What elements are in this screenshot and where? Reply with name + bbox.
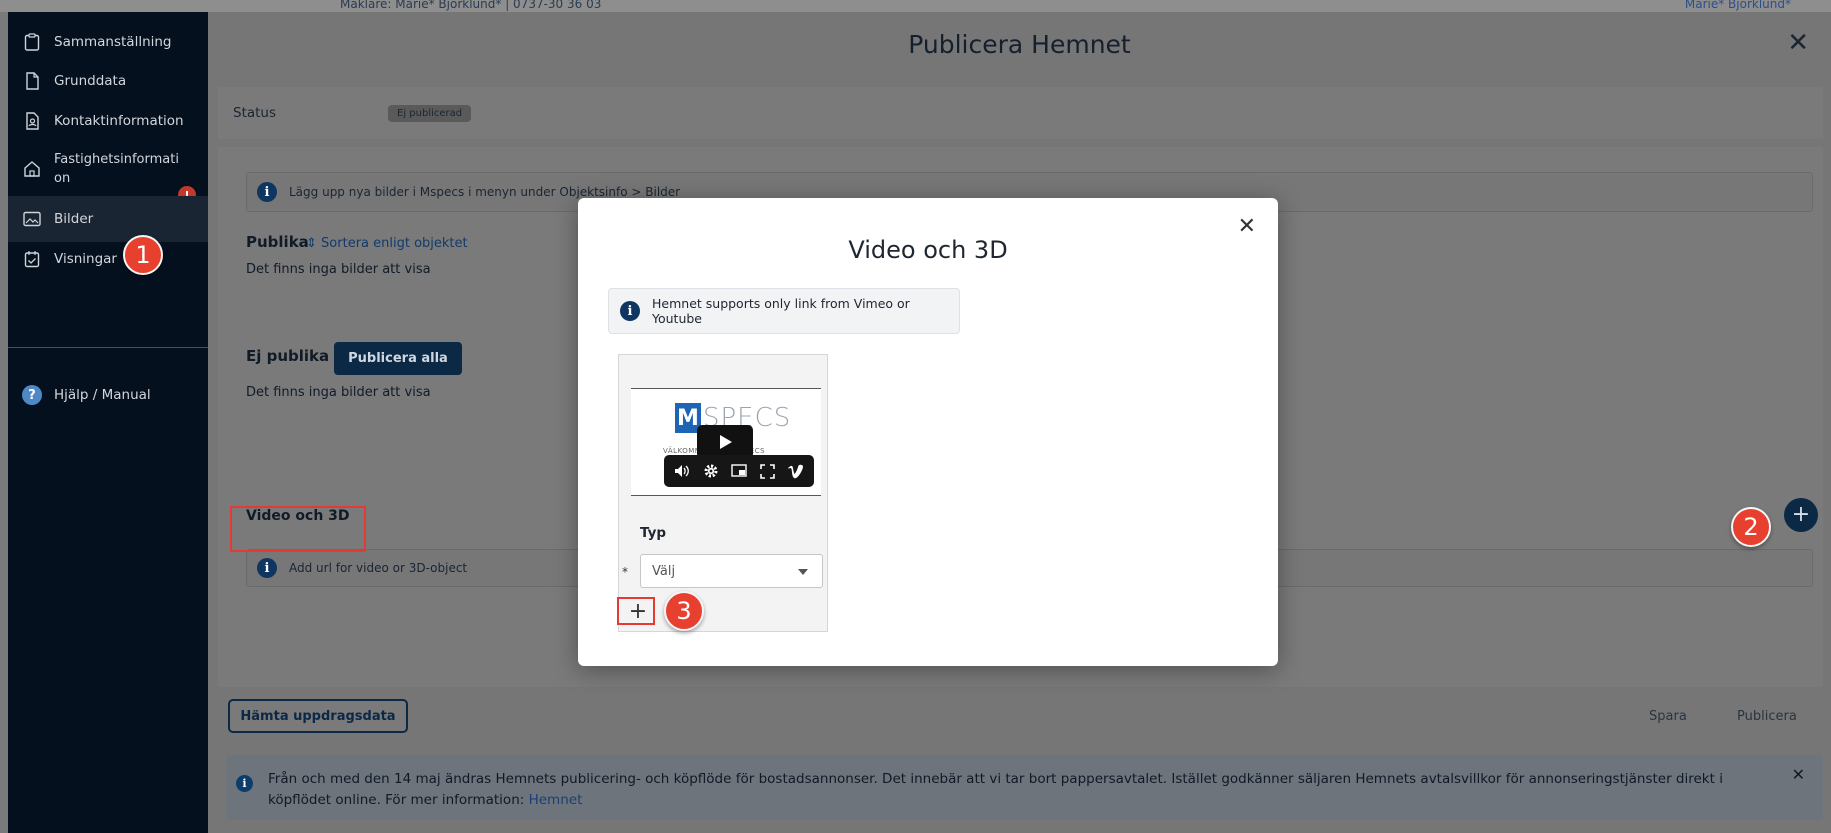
status-row: Status Ej publicerad xyxy=(218,87,1823,139)
close-icon[interactable]: ✕ xyxy=(1787,30,1809,56)
notice-text: Från och med den 14 maj ändras Hemnets p… xyxy=(268,771,1723,808)
help-icon: ? xyxy=(22,385,42,405)
calendar-check-icon xyxy=(22,249,42,269)
video-controls xyxy=(664,455,814,487)
video-card: M SPECS VÄLKOMMEN TILL MSPECS xyxy=(617,354,828,632)
info-icon: i xyxy=(236,775,253,792)
sort-link[interactable]: ⇕ Sortera enligt objektet xyxy=(306,236,468,251)
info-icon: i xyxy=(257,558,277,578)
publish-all-button[interactable]: Publicera alla xyxy=(334,342,462,375)
add-video-button[interactable]: + xyxy=(1784,498,1818,532)
background-app-header: Mäklare: Marie* Björklund* | 0737-30 36 … xyxy=(0,0,1831,12)
status-label: Status xyxy=(233,105,277,121)
highlight-add-row xyxy=(617,597,655,625)
nonpublic-section-title: Ej publika xyxy=(246,347,330,365)
house-icon xyxy=(22,159,42,179)
video-player[interactable]: M SPECS VÄLKOMMEN TILL MSPECS xyxy=(631,388,821,496)
clipboard-icon xyxy=(22,32,42,52)
save-button[interactable]: Spara xyxy=(1649,709,1687,724)
fetch-assignment-button[interactable]: Hämta uppdragsdata xyxy=(228,699,408,733)
sidebar-item-help[interactable]: ? Hjälp / Manual xyxy=(8,372,208,418)
highlight-video-section xyxy=(230,506,366,552)
sidebar-item-label: Visningar xyxy=(54,251,117,267)
sidebar-item-label: Fastighetsinformati on xyxy=(54,152,179,186)
sidebar-item-label: Sammanställning xyxy=(54,34,172,50)
chevron-down-icon xyxy=(798,569,808,575)
dialog-title: Video och 3D xyxy=(848,236,1008,264)
video-info-text: Add url for video or 3D-object xyxy=(289,561,468,575)
info-icon: i xyxy=(257,182,277,202)
info-icon: i xyxy=(620,301,640,321)
video-3d-dialog: Video och 3D ✕ i Hemnet supports only li… xyxy=(578,198,1278,666)
sidebar-item-visningar[interactable]: Visningar xyxy=(8,236,208,282)
type-label: Typ xyxy=(640,525,667,541)
close-icon[interactable]: ✕ xyxy=(1238,216,1256,238)
sidebar-item-kontaktinformation[interactable]: Kontaktinformation xyxy=(8,98,208,144)
page-title: Publicera Hemnet xyxy=(908,30,1131,59)
volume-icon[interactable] xyxy=(673,462,691,480)
play-icon[interactable] xyxy=(697,425,753,459)
hemnet-notice: i Från och med den 14 maj ändras Hemnets… xyxy=(226,755,1823,820)
step-badge-1: 1 xyxy=(123,235,163,275)
sidebar-item-label: Hjälp / Manual xyxy=(54,387,151,403)
public-section-title: Publika xyxy=(246,233,309,251)
sidebar-item-label: Grunddata xyxy=(54,73,127,89)
image-icon xyxy=(22,209,42,229)
nonpublic-empty-text: Det finns inga bilder att visa xyxy=(246,385,431,400)
background-agent-info: Mäklare: Marie* Björklund* | 0737-30 36 … xyxy=(340,0,602,11)
dialog-info-box: i Hemnet supports only link from Vimeo o… xyxy=(608,288,960,334)
images-info-text: Lägg upp nya bilder i Mspecs i menyn und… xyxy=(289,185,681,199)
background-left-strip xyxy=(0,12,8,833)
dialog-info-text: Hemnet supports only link from Vimeo or … xyxy=(652,296,910,326)
publish-hemnet-sheet: Sammanställning Grunddata Kontaktinforma… xyxy=(8,12,1831,833)
sidebar-item-fastighetsinformation[interactable]: Fastighetsinformati on xyxy=(8,142,208,196)
close-icon[interactable]: ✕ xyxy=(1792,765,1805,784)
sidebar-item-label: Bilder xyxy=(54,211,94,227)
step-badge-2: 2 xyxy=(1731,507,1771,547)
document-icon xyxy=(22,71,42,91)
sidebar-divider xyxy=(8,347,208,348)
step-badge-3: 3 xyxy=(664,591,704,631)
fullscreen-icon[interactable] xyxy=(758,462,776,480)
hemnet-link[interactable]: Hemnet xyxy=(529,792,583,808)
picture-in-picture-icon[interactable] xyxy=(730,462,748,480)
type-select[interactable]: Välj xyxy=(640,554,823,588)
sidebar-item-label: Kontaktinformation xyxy=(54,113,184,129)
contact-card-icon xyxy=(22,111,42,131)
status-badge: Ej publicerad xyxy=(388,104,472,122)
background-user-name: Marie* Björklund* xyxy=(1684,0,1791,11)
public-empty-text: Det finns inga bilder att visa xyxy=(246,262,431,277)
publish-button[interactable]: Publicera xyxy=(1737,709,1797,724)
gear-icon[interactable] xyxy=(702,462,720,480)
sort-icon: ⇕ xyxy=(306,236,317,251)
sidebar: Sammanställning Grunddata Kontaktinforma… xyxy=(8,12,208,833)
required-mark: * xyxy=(622,565,628,579)
vimeo-icon[interactable] xyxy=(787,462,805,480)
